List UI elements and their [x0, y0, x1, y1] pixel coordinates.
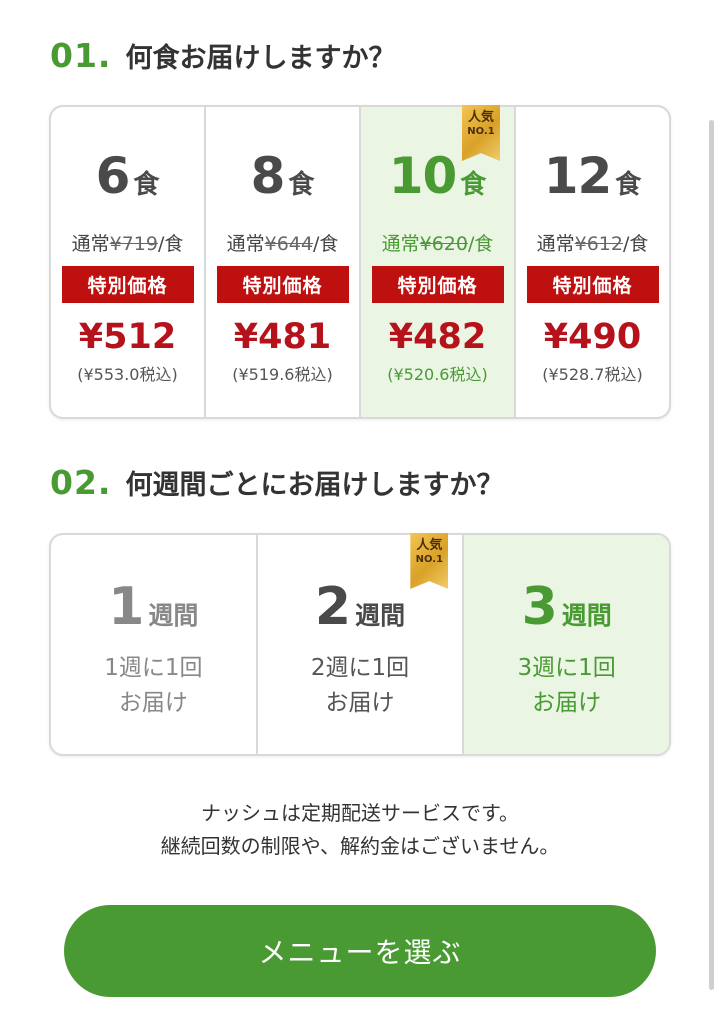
special-price-label: 特別価格	[216, 266, 349, 303]
interval-unit: 週間	[561, 601, 612, 630]
interval-description: 3週に1回 お届け	[517, 655, 616, 716]
meal-count-unit: 食	[615, 170, 642, 200]
popular-badge-icon: 人気 NO.1	[410, 533, 449, 589]
meal-count-unit: 食	[288, 170, 315, 200]
meal-count-unit: 食	[133, 170, 160, 200]
interval-unit: 週間	[355, 601, 406, 630]
special-price-label: 特別価格	[61, 266, 194, 303]
plan-selection-page: 01. 何食お届けしますか？ 6 食 通常¥719/食 特別価格 ¥512 (¥…	[0, 0, 720, 1009]
step2-title: 何週間ごとにお届けしますか？	[125, 470, 504, 501]
interval-number: 2	[314, 577, 352, 637]
step1-title: 何食お届けしますか？	[125, 43, 396, 74]
tax-included-price: (¥553.0税込)	[77, 365, 178, 384]
meal-count-unit: 食	[460, 170, 487, 200]
meal-price: ¥512	[78, 317, 177, 357]
delivery-interval-options: 1 週間 1週に1回 お届け 人気 NO.1 2 週間 2週に1回 お届け 3 …	[49, 533, 671, 756]
regular-price: 通常¥719/食	[71, 233, 184, 255]
interval-option-2-weeks[interactable]: 人気 NO.1 2 週間 2週に1回 お届け	[258, 533, 465, 754]
meal-option-10[interactable]: 人気 NO.1 10 食 通常¥620/食 特別価格 ¥482 (¥520.6税…	[361, 105, 516, 417]
meal-option-8[interactable]: 8 食 通常¥644/食 特別価格 ¥481 (¥519.6税込)	[206, 107, 361, 417]
interval-description: 2週に1回 お届け	[310, 655, 410, 716]
special-price-label: 特別価格	[371, 266, 504, 303]
tax-included-price: (¥519.6税込)	[232, 365, 333, 384]
popular-badge-icon: 人気 NO.1	[462, 105, 500, 161]
interval-unit: 週間	[148, 601, 199, 630]
regular-price: 通常¥620/食	[381, 233, 494, 255]
meal-option-6[interactable]: 6 食 通常¥719/食 特別価格 ¥512 (¥553.0税込)	[51, 107, 206, 417]
interval-number: 1	[108, 577, 145, 637]
meal-price: ¥490	[543, 317, 642, 357]
tax-included-price: (¥520.6税込)	[387, 365, 488, 384]
special-price-label: 特別価格	[526, 266, 659, 303]
choose-menu-button[interactable]: メニューを選ぶ	[64, 905, 656, 997]
interval-option-1-week[interactable]: 1 週間 1週に1回 お届け	[51, 535, 258, 754]
regular-price: 通常¥612/食	[536, 233, 649, 255]
meal-option-12[interactable]: 12 食 通常¥612/食 特別価格 ¥490 (¥528.7税込)	[516, 107, 669, 417]
meal-price: ¥482	[388, 317, 487, 357]
meal-count-number: 6	[95, 147, 131, 205]
meal-count-number: 12	[543, 147, 613, 205]
meal-price: ¥481	[233, 317, 332, 357]
scrollbar[interactable]	[709, 120, 714, 990]
step2-heading: 02. 何週間ごとにお届けしますか？	[50, 463, 503, 502]
subscription-note: ナッシュは定期配送サービスです。 継続回数の制限や、解約金はございません。	[160, 801, 560, 858]
interval-description: 1週に1回 お届け	[104, 655, 203, 716]
tax-included-price: (¥528.7税込)	[542, 365, 643, 384]
meal-count-options: 6 食 通常¥719/食 特別価格 ¥512 (¥553.0税込) 8 食 通常…	[49, 105, 671, 419]
interval-option-3-weeks[interactable]: 3 週間 3週に1回 お届け	[464, 535, 670, 754]
regular-price: 通常¥644/食	[226, 233, 339, 255]
step1-heading: 01. 何食お届けしますか？	[50, 36, 395, 75]
step2-number: 02.	[50, 463, 112, 502]
interval-number: 3	[521, 577, 558, 637]
meal-count-number: 8	[250, 147, 286, 205]
step1-number: 01.	[50, 36, 112, 75]
meal-count-number: 10	[388, 147, 458, 205]
